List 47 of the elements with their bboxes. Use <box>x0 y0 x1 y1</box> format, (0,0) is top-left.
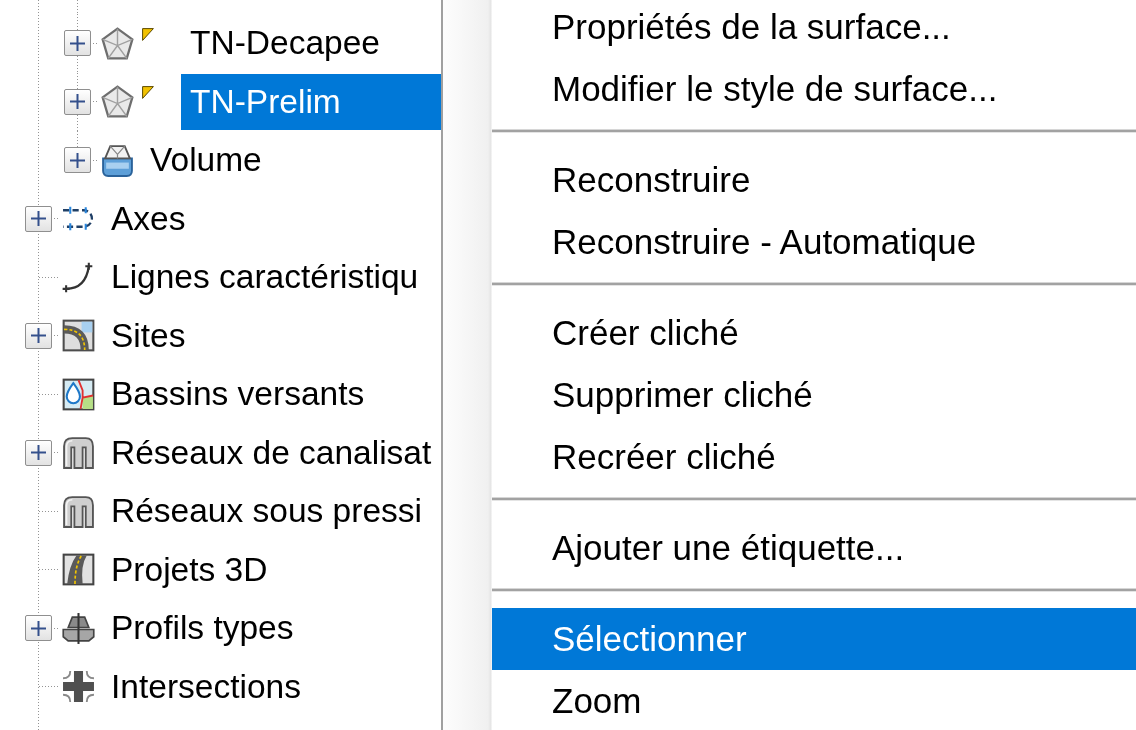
mesh-pentagon-icon <box>101 85 134 119</box>
plus-icon <box>31 445 46 461</box>
cross-section-icon <box>62 611 95 645</box>
tree-item[interactable]: TN-Prelim <box>181 73 441 130</box>
road-icon <box>62 553 95 587</box>
plus-icon <box>31 211 46 227</box>
tree-item[interactable]: Projets 3D <box>102 541 270 598</box>
curve-icon <box>62 260 95 294</box>
expand-button[interactable] <box>64 88 91 115</box>
menu-item[interactable]: Reconstruire - Automatique <box>492 211 1136 273</box>
plus-icon <box>70 35 85 51</box>
tree-item[interactable]: Réseaux sous pressi <box>102 483 424 540</box>
tree-item[interactable]: Réseaux de canalisat <box>102 424 434 481</box>
pipe-icon <box>62 436 95 470</box>
tray-icon <box>101 143 134 177</box>
menu-item[interactable]: Propriétés de la surface... <box>492 0 1136 58</box>
crossroad-icon <box>62 670 95 704</box>
tree-item[interactable]: Profils types <box>102 600 296 657</box>
menu-item[interactable]: Supprimer cliché <box>492 364 1136 426</box>
tree-item[interactable]: Lignes caractéristiqu <box>102 249 421 306</box>
tree-item[interactable]: Axes <box>102 190 188 247</box>
expand-button[interactable] <box>64 30 91 57</box>
plus-icon <box>31 620 46 636</box>
menu-item[interactable]: Recréer cliché <box>492 426 1136 488</box>
expand-button[interactable] <box>25 439 52 466</box>
droplet-map-icon <box>62 377 95 411</box>
expand-button[interactable] <box>64 147 91 174</box>
tree-item[interactable]: Bassins versants <box>102 366 367 423</box>
plus-icon <box>70 94 85 110</box>
expand-button[interactable] <box>25 615 52 642</box>
menu-item[interactable]: Créer cliché <box>492 302 1136 364</box>
expand-button[interactable] <box>25 205 52 232</box>
road-tile-icon <box>62 319 95 353</box>
expand-button[interactable] <box>25 322 52 349</box>
tree-item[interactable]: Sites <box>102 307 188 364</box>
tree-item[interactable]: Intersections <box>102 658 303 715</box>
pipe-icon <box>62 494 95 528</box>
plus-icon <box>70 152 85 168</box>
menu-item[interactable]: Modifier le style de surface... <box>492 58 1136 120</box>
menu-item[interactable]: Reconstruire <box>492 149 1136 211</box>
menu-item[interactable]: Zoom <box>492 670 1136 730</box>
tree-item[interactable]: TN-Decapee <box>181 15 382 72</box>
menu-item[interactable]: Sélectionner <box>492 608 1136 670</box>
menu-item[interactable]: Ajouter une étiquette... <box>492 517 1136 579</box>
plus-icon <box>31 328 46 344</box>
tree-item[interactable]: Volume <box>141 132 264 189</box>
mesh-pentagon-icon <box>101 26 134 60</box>
